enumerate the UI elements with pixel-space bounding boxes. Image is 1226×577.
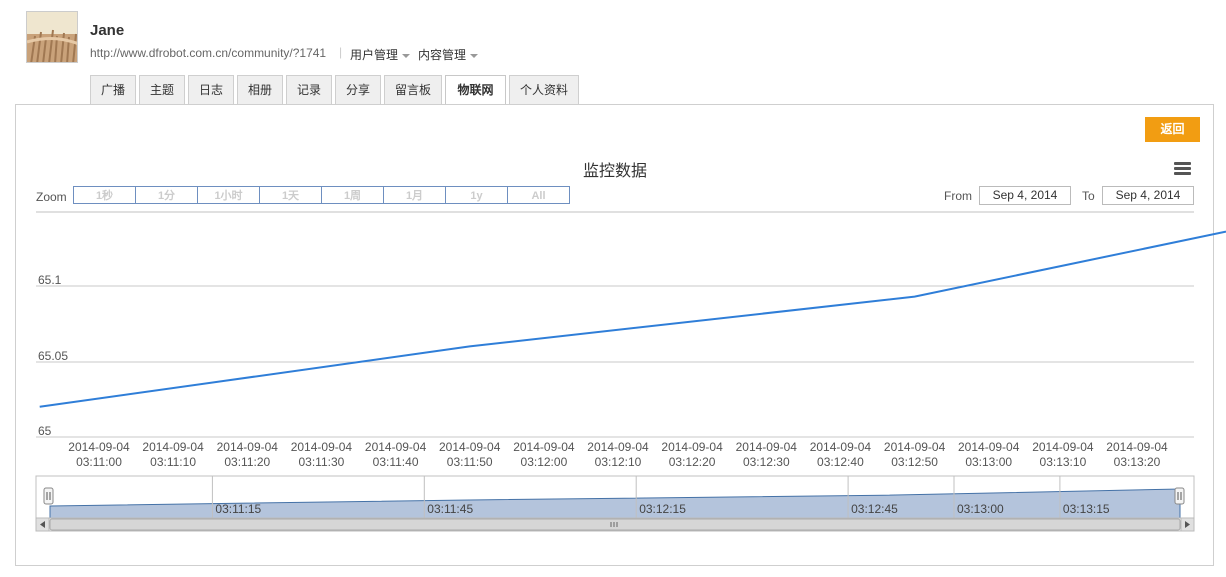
y-tick-label: 65.05 [38, 349, 68, 363]
x-tick-label: 03:13:00 [965, 455, 1012, 469]
x-tick-label: 2014-09-04 [365, 440, 427, 454]
x-tick-label: 03:11:40 [373, 455, 419, 469]
x-tick-label: 2014-09-04 [884, 440, 946, 454]
x-tick-label: 03:13:20 [1114, 455, 1161, 469]
x-tick-label: 03:11:20 [224, 455, 270, 469]
navigator-right-handle[interactable] [1174, 487, 1185, 505]
navigator-label: 03:12:45 [851, 502, 898, 516]
x-tick-label: 2014-09-04 [291, 440, 353, 454]
x-tick-label: 2014-09-04 [513, 440, 575, 454]
x-tick-label: 2014-09-04 [661, 440, 723, 454]
x-tick-label: 2014-09-04 [1106, 440, 1168, 454]
navigator-label: 03:13:15 [1063, 502, 1110, 516]
x-tick-label: 03:12:30 [743, 455, 790, 469]
x-tick-label: 03:12:40 [817, 455, 864, 469]
y-tick-label: 65.1 [38, 273, 62, 287]
x-tick-label: 03:12:00 [521, 455, 568, 469]
x-tick-label: 2014-09-04 [1032, 440, 1094, 454]
x-tick-label: 03:12:50 [891, 455, 938, 469]
navigator-label: 03:12:15 [639, 502, 686, 516]
x-tick-label: 2014-09-04 [958, 440, 1020, 454]
x-tick-label: 2014-09-04 [142, 440, 204, 454]
navigator-label: 03:11:15 [215, 502, 261, 516]
x-tick-label: 2014-09-04 [217, 440, 279, 454]
chart-svg: 65.1 65.05 65 2014-09-0403:11:002014-09-… [35, 211, 1226, 532]
x-tick-label: 2014-09-04 [68, 440, 130, 454]
x-tick-label: 03:11:00 [76, 455, 122, 469]
x-tick-label: 03:12:10 [595, 455, 642, 469]
y-tick-label: 65 [38, 424, 52, 438]
navigator-label: 03:13:00 [957, 502, 1004, 516]
x-tick-label: 2014-09-04 [736, 440, 798, 454]
x-tick-label: 2014-09-04 [439, 440, 501, 454]
x-tick-label: 03:12:20 [669, 455, 716, 469]
x-tick-label: 03:11:50 [447, 455, 493, 469]
x-tick-label: 2014-09-04 [587, 440, 649, 454]
x-tick-label: 03:11:30 [298, 455, 344, 469]
x-tick-label: 03:11:10 [150, 455, 196, 469]
x-axis-ticks: 2014-09-0403:11:002014-09-0403:11:102014… [68, 440, 1168, 469]
x-tick-label: 03:13:10 [1040, 455, 1087, 469]
series-line [39, 230, 1226, 408]
scrollbar-thumb[interactable] [49, 518, 1181, 531]
x-tick-label: 2014-09-04 [810, 440, 872, 454]
navigator-left-handle[interactable] [43, 487, 54, 505]
navigator-label: 03:11:45 [427, 502, 473, 516]
